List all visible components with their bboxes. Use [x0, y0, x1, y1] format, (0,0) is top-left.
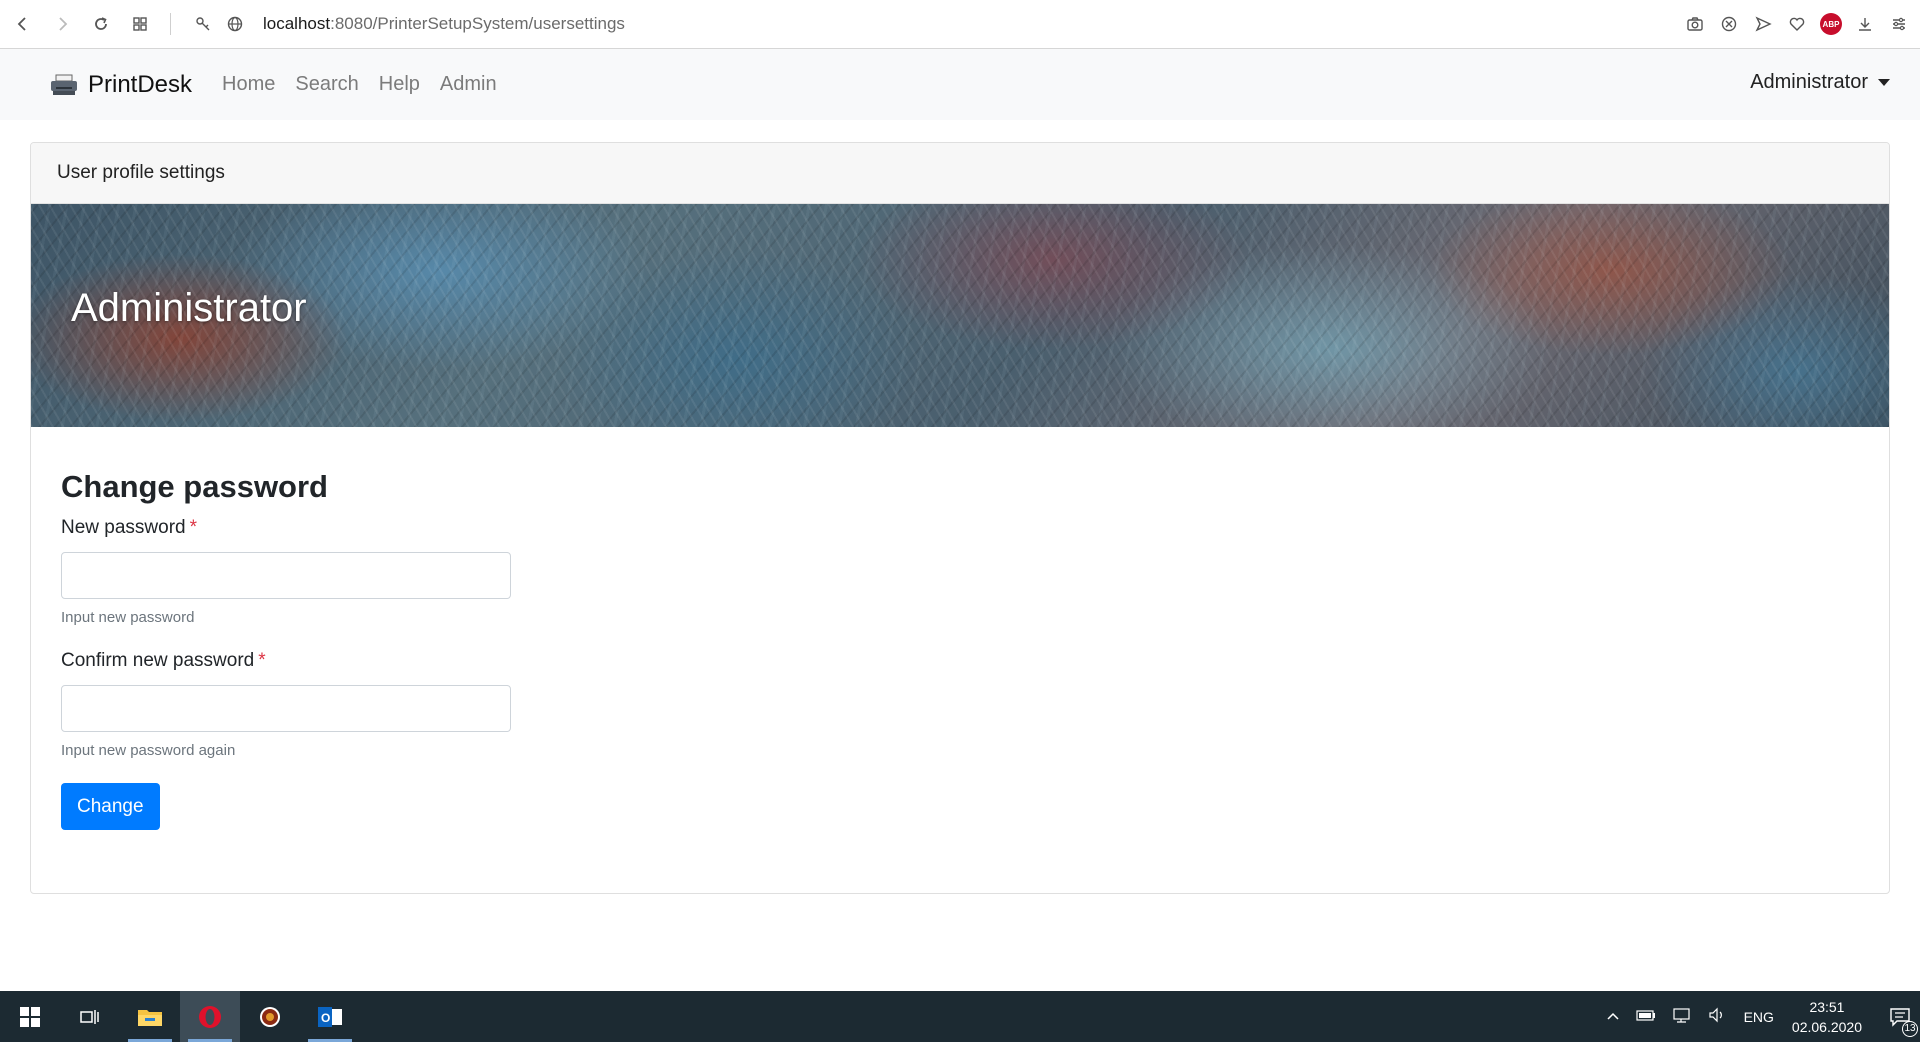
taskbar-opera[interactable]: [180, 991, 240, 1042]
clock-time: 23:51: [1809, 998, 1845, 1015]
nav-help[interactable]: Help: [379, 73, 420, 96]
caret-down-icon: [1878, 79, 1890, 86]
easy-setup-icon[interactable]: [1886, 8, 1912, 40]
clock[interactable]: 23:51 02.06.2020: [1792, 997, 1862, 1037]
send-icon[interactable]: [1750, 8, 1776, 40]
windows-logo-icon: [20, 1006, 40, 1027]
chevron-up-icon[interactable]: [1606, 1008, 1620, 1025]
user-dropdown[interactable]: Administrator: [1750, 71, 1890, 94]
taskbar-file-explorer[interactable]: [120, 991, 180, 1042]
confirm-password-group: Confirm new password * Input new password…: [61, 650, 1859, 759]
network-icon[interactable]: [1672, 1007, 1692, 1027]
confirm-password-label: Confirm new password *: [61, 650, 1859, 672]
notifications-button[interactable]: 13: [1880, 1007, 1920, 1037]
brand-name: PrintDesk: [88, 70, 193, 98]
outlook-icon: O: [318, 1006, 342, 1027]
profile-card: User profile settings Administrator Chan…: [30, 142, 1890, 894]
back-icon[interactable]: [7, 8, 39, 40]
key-icon[interactable]: [187, 8, 219, 40]
confirm-password-input[interactable]: [61, 685, 511, 732]
download-icon[interactable]: [1852, 8, 1878, 40]
start-button[interactable]: [0, 991, 60, 1042]
new-password-label: New password *: [61, 517, 1859, 539]
required-mark: *: [258, 650, 266, 671]
task-view-button[interactable]: [60, 991, 120, 1042]
reload-icon[interactable]: [85, 8, 117, 40]
user-name: Administrator: [1750, 71, 1868, 93]
opera-icon: [199, 1005, 221, 1028]
adblock-shield-icon[interactable]: [1716, 8, 1742, 40]
url-text[interactable]: localhost:8080/PrinterSetupSystem/userse…: [263, 14, 625, 34]
url-path: :8080/PrinterSetupSystem/usersettings: [330, 14, 625, 33]
language-indicator[interactable]: ENG: [1744, 1009, 1774, 1025]
notification-count: 13: [1902, 1020, 1918, 1037]
battery-icon[interactable]: [1635, 1008, 1656, 1025]
confirm-password-label-text: Confirm new password: [61, 650, 255, 671]
clock-date: 02.06.2020: [1791, 1018, 1862, 1035]
browser-extensions: ABP: [1682, 8, 1912, 40]
banner-username: Administrator: [71, 286, 307, 330]
taskbar-outlook[interactable]: O: [300, 991, 360, 1042]
profile-banner: Administrator: [31, 204, 1889, 427]
nav-search[interactable]: Search: [295, 73, 358, 96]
new-password-label-text: New password: [61, 517, 186, 538]
system-tray: ENG 23:51 02.06.2020 13: [1598, 991, 1920, 1042]
confirm-password-help: Input new password again: [61, 742, 236, 759]
url-host: localhost: [263, 14, 331, 33]
heart-icon[interactable]: [1784, 8, 1810, 40]
svg-text:O: O: [321, 1011, 330, 1025]
forward-icon[interactable]: [46, 8, 78, 40]
tabs-grid-icon[interactable]: [124, 8, 156, 40]
task-view-icon: [80, 1009, 99, 1024]
change-password-button[interactable]: Change: [61, 783, 160, 830]
new-password-help: Input new password: [61, 609, 195, 626]
section-title: Change password: [61, 469, 328, 504]
nav-admin[interactable]: Admin: [440, 73, 497, 96]
brand-link[interactable]: PrintDesk: [50, 71, 192, 99]
card-body: Change password New password * Input new …: [31, 427, 1889, 830]
printer-icon: [51, 74, 77, 95]
top-navbar: PrintDesk Home Search Help Admin Adminis…: [0, 49, 1920, 120]
camera-icon[interactable]: [1682, 8, 1708, 40]
toolbar-divider: [170, 13, 171, 35]
new-password-input[interactable]: [61, 552, 511, 599]
new-password-group: New password * Input new password: [61, 517, 1859, 626]
windows-taskbar: O ENG 23:51 02.06.2020 13: [0, 991, 1920, 1042]
address-bar[interactable]: localhost:8080/PrinterSetupSystem/userse…: [187, 8, 625, 40]
gear-app-icon: [260, 1006, 280, 1027]
globe-icon[interactable]: [219, 8, 251, 40]
required-mark: *: [189, 517, 198, 538]
taskbar-app-gear[interactable]: [240, 991, 300, 1042]
volume-icon[interactable]: [1708, 1007, 1726, 1027]
nav-links: Home Search Help Admin: [222, 73, 517, 96]
abp-icon[interactable]: ABP: [1818, 8, 1844, 40]
card-header: User profile settings: [31, 143, 1889, 204]
nav-home[interactable]: Home: [222, 73, 275, 96]
folder-icon: [138, 1009, 162, 1026]
browser-toolbar: localhost:8080/PrinterSetupSystem/userse…: [0, 0, 1920, 49]
